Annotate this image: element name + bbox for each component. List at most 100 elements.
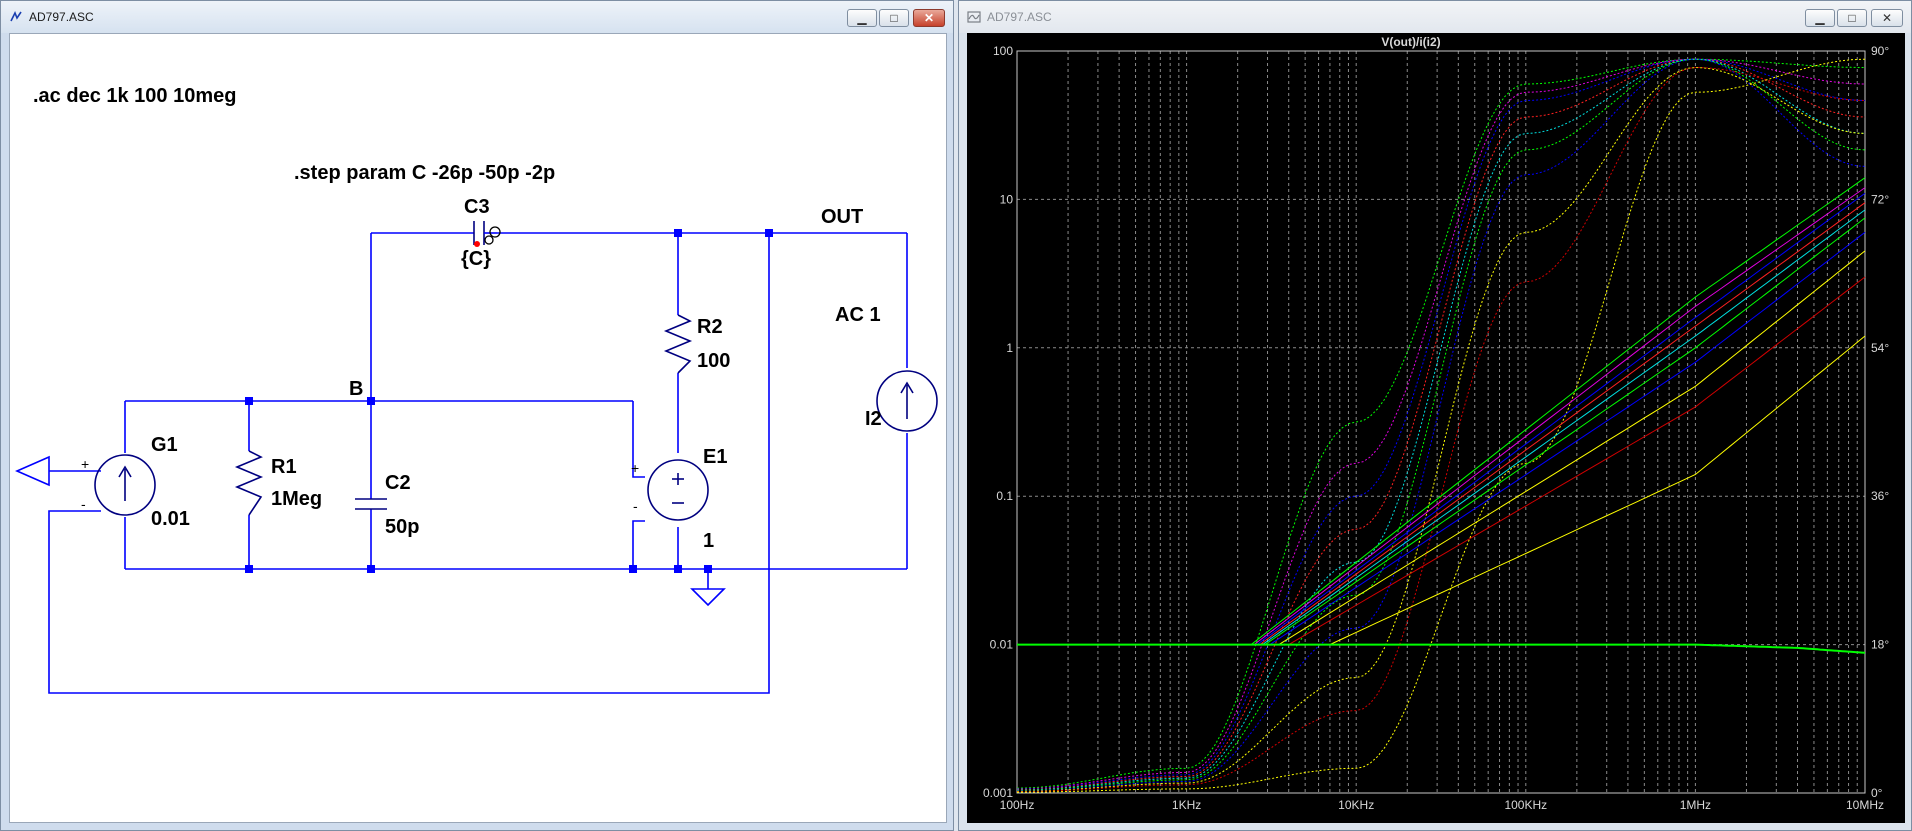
net-label-out[interactable]: OUT bbox=[821, 206, 863, 228]
y-tick-label: 0.01 bbox=[990, 638, 1014, 652]
r2-value[interactable]: 100 bbox=[697, 350, 730, 372]
close-button[interactable]: ✕ bbox=[1871, 9, 1903, 27]
magnitude-trace-9[interactable] bbox=[1017, 335, 1866, 646]
ac-source-label[interactable]: AC 1 bbox=[835, 304, 881, 326]
magnitude-trace-4[interactable] bbox=[1017, 209, 1866, 646]
y2-tick-label: 72° bbox=[1871, 192, 1889, 206]
net-label-b[interactable]: B bbox=[349, 378, 363, 400]
phase-trace-3[interactable] bbox=[1016, 58, 1866, 791]
schematic-window[interactable]: AD797.ASC ▁ □ ✕ .ac dec 1k 100 10meg .st… bbox=[0, 0, 954, 831]
wire-feedback-loop[interactable] bbox=[48, 233, 770, 694]
minimize-button[interactable]: ▁ bbox=[1805, 9, 1835, 27]
ground-symbol[interactable] bbox=[690, 588, 726, 607]
resistor-r1[interactable] bbox=[234, 450, 264, 516]
e1-value[interactable]: 1 bbox=[703, 530, 714, 552]
phase-trace-1[interactable] bbox=[1016, 58, 1866, 790]
step-directive[interactable]: .step param C -26p -50p -2p bbox=[294, 162, 555, 184]
schematic-titlebar[interactable]: AD797.ASC ▁ □ ✕ bbox=[1, 1, 953, 33]
r1-value[interactable]: 1Meg bbox=[271, 488, 322, 510]
x-tick-label: 1KHz bbox=[1172, 798, 1201, 812]
e1-minus-sign: - bbox=[633, 498, 638, 514]
y-tick-label: 10 bbox=[1000, 192, 1014, 206]
current-source-i2[interactable] bbox=[876, 370, 938, 432]
close-button[interactable]: ✕ bbox=[913, 9, 945, 27]
schematic-area[interactable]: .ac dec 1k 100 10meg .step param C -26p … bbox=[9, 33, 947, 823]
plot-traces[interactable] bbox=[1016, 58, 1866, 793]
junction bbox=[367, 565, 375, 573]
x-tick-label: 10MHz bbox=[1846, 798, 1884, 812]
y2-tick-label: 0° bbox=[1871, 786, 1883, 800]
r1-label[interactable]: R1 bbox=[271, 456, 297, 478]
c3-label[interactable]: C3 bbox=[464, 196, 490, 218]
y2-tick-label: 36° bbox=[1871, 489, 1889, 503]
c2-value[interactable]: 50p bbox=[385, 516, 419, 538]
x-tick-label: 100KHz bbox=[1504, 798, 1547, 812]
plot-area[interactable]: 100Hz 1KHz 10KHz 100KHz 1MHz 10MHz 100 10 1 0.1 0.… bbox=[967, 33, 1905, 823]
phase-trace-8[interactable] bbox=[1016, 66, 1866, 793]
phase-trace-0[interactable] bbox=[1016, 58, 1865, 789]
waveform-window[interactable]: AD797.ASC ▁ □ ✕ 100Hz 1KHz 10KHz 100KHz 1MHz… bbox=[958, 0, 1912, 831]
ltspice-schematic-icon bbox=[10, 11, 22, 22]
minimize-button[interactable]: ▁ bbox=[847, 9, 877, 27]
x-tick-label: 10KHz bbox=[1338, 798, 1374, 812]
magnitude-trace-3[interactable] bbox=[1017, 202, 1866, 646]
junction bbox=[245, 565, 253, 573]
bode-plot[interactable]: 100Hz 1KHz 10KHz 100KHz 1MHz 10MHz 100 10 1 0.1 0.… bbox=[967, 33, 1905, 823]
e1-plus-sign: + bbox=[631, 460, 639, 476]
phase-trace-7[interactable] bbox=[1016, 66, 1866, 792]
g1-plus-sign: + bbox=[81, 456, 89, 472]
trace-label[interactable]: V(out)/i(i2) bbox=[1381, 35, 1440, 49]
schematic-drawing[interactable]: .ac dec 1k 100 10meg .step param C -26p … bbox=[9, 33, 947, 823]
r2-label[interactable]: R2 bbox=[697, 316, 723, 338]
y2-tick-label: 54° bbox=[1871, 341, 1889, 355]
c3-value[interactable]: {C} bbox=[461, 248, 491, 270]
magnitude-trace-7[interactable] bbox=[1017, 250, 1866, 646]
port-symbol[interactable] bbox=[15, 455, 50, 487]
g1-minus-sign: - bbox=[81, 496, 86, 512]
phase-trace-2[interactable] bbox=[1016, 58, 1866, 790]
magnitude-trace-1[interactable] bbox=[1017, 187, 1866, 646]
vccs-g1[interactable] bbox=[94, 454, 156, 516]
waveform-titlebar[interactable]: AD797.ASC ▁ □ ✕ bbox=[959, 1, 1911, 33]
junction bbox=[367, 397, 375, 405]
flat-trace[interactable] bbox=[1017, 643, 1866, 654]
magnitude-trace-6[interactable] bbox=[1017, 231, 1866, 646]
plot-grid bbox=[1017, 51, 1865, 793]
magnitude-trace-0[interactable] bbox=[1017, 177, 1866, 646]
y2-tick-label: 18° bbox=[1871, 638, 1889, 652]
magnitude-trace-5[interactable] bbox=[1017, 217, 1866, 646]
x-tick-label: 100Hz bbox=[1000, 798, 1035, 812]
phase-trace-6[interactable] bbox=[1017, 58, 1866, 792]
ac-directive[interactable]: .ac dec 1k 100 10meg bbox=[33, 85, 236, 107]
c2-label[interactable]: C2 bbox=[385, 472, 411, 494]
maximize-button[interactable]: □ bbox=[1837, 9, 1867, 27]
junction bbox=[674, 565, 682, 573]
x-tick-label: 1MHz bbox=[1680, 798, 1711, 812]
i2-label[interactable]: I2 bbox=[865, 408, 882, 430]
phase-trace-4[interactable] bbox=[1017, 58, 1866, 791]
magnitude-trace-2[interactable] bbox=[1017, 192, 1866, 646]
capacitor-c3[interactable] bbox=[473, 221, 501, 247]
vcvs-e1[interactable] bbox=[647, 459, 709, 521]
plot-frame bbox=[1016, 50, 1866, 794]
y-tick-label: 0.1 bbox=[996, 489, 1013, 503]
phase-trace-5[interactable] bbox=[1017, 58, 1866, 791]
maximize-button[interactable]: □ bbox=[879, 9, 909, 27]
y2-tick-label: 90° bbox=[1871, 44, 1889, 58]
junction bbox=[765, 229, 773, 237]
y-tick-label: 100 bbox=[993, 44, 1013, 58]
y-tick-label: 0.001 bbox=[983, 786, 1013, 800]
resistor-r2[interactable] bbox=[663, 314, 693, 374]
e1-label[interactable]: E1 bbox=[703, 446, 727, 468]
waveform-window-title: AD797.ASC bbox=[987, 10, 1052, 24]
schematic-window-title: AD797.ASC bbox=[29, 10, 94, 24]
capacitor-c2[interactable] bbox=[355, 498, 387, 510]
magnitude-trace-8[interactable] bbox=[1017, 276, 1866, 646]
g1-value[interactable]: 0.01 bbox=[151, 508, 190, 530]
junction bbox=[629, 565, 637, 573]
phase-trace-9[interactable] bbox=[1017, 58, 1866, 793]
junction bbox=[674, 229, 682, 237]
wire-e1-minus[interactable] bbox=[632, 520, 645, 569]
y-tick-label: 1 bbox=[1006, 341, 1013, 355]
g1-label[interactable]: G1 bbox=[151, 434, 178, 456]
